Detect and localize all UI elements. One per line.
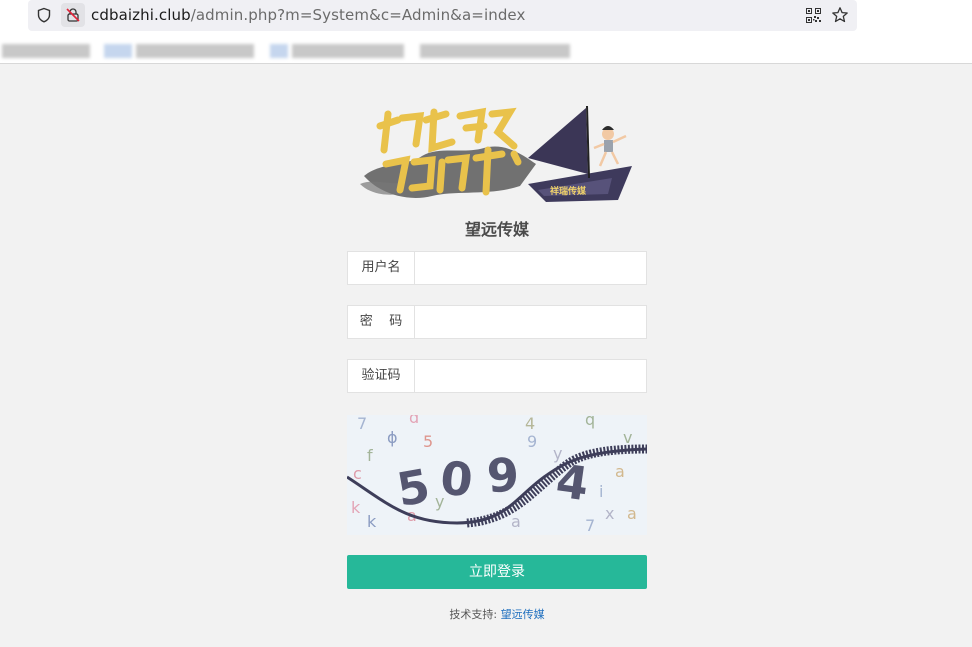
bookmark-blurred[interactable] (420, 44, 570, 58)
password-input[interactable] (416, 306, 646, 338)
login-button[interactable]: 立即登录 (347, 555, 647, 589)
svg-text:i: i (599, 482, 603, 501)
captcha-image[interactable]: 7 ϕ d 5 f 4 q v 9 a y c i x a k y a 7 k … (347, 415, 647, 535)
bookmarks-bar (0, 40, 972, 62)
svg-text:a: a (511, 512, 521, 531)
shield-icon[interactable] (36, 7, 52, 23)
star-icon[interactable] (831, 6, 849, 24)
bookmark-blurred[interactable] (292, 44, 404, 58)
svg-text:7: 7 (585, 516, 595, 535)
captcha-char: 4 (553, 453, 592, 511)
footer-prefix: 技术支持: (449, 608, 498, 621)
bookmark-blurred[interactable] (136, 44, 254, 58)
footer-support-link[interactable]: 望远传媒 (501, 608, 545, 621)
svg-text:f: f (367, 446, 373, 465)
url-host: cdbaizhi.club (91, 6, 191, 24)
boat-text: 祥瑞传媒 (550, 185, 587, 197)
bookmark-blurred[interactable] (270, 44, 288, 58)
password-field: 密 码 (347, 305, 647, 339)
bookmark-blurred[interactable] (2, 44, 90, 58)
brand-title: 望远传媒 (464, 220, 529, 239)
captcha-char: 0 (438, 450, 475, 507)
address-bar[interactable]: cdbaizhi.club/admin.php?m=System&c=Admin… (28, 0, 857, 31)
svg-text:d: d (409, 415, 419, 427)
username-input[interactable] (416, 252, 646, 284)
footer-support: 技术支持: 望远传媒 (347, 606, 647, 622)
browser-toolbar: cdbaizhi.club/admin.php?m=System&c=Admin… (0, 0, 972, 64)
url-path: /admin.php?m=System&c=Admin&a=index (190, 6, 526, 24)
captcha-input[interactable] (416, 360, 646, 392)
captcha-field: 验证码 (347, 359, 647, 393)
svg-text:5: 5 (423, 432, 433, 451)
svg-text:v: v (623, 428, 632, 447)
captcha-char: 9 (485, 447, 521, 503)
password-label: 密 码 (348, 306, 415, 338)
svg-text:9: 9 (527, 432, 537, 451)
svg-text:x: x (605, 504, 614, 523)
captcha-graphic: 7 ϕ d 5 f 4 q v 9 a y c i x a k y a 7 k … (347, 415, 647, 535)
svg-text:a: a (627, 504, 637, 523)
svg-text:k: k (367, 512, 377, 531)
svg-text:4: 4 (525, 415, 535, 433)
captcha-label: 验证码 (348, 360, 415, 392)
logo-image: 祥瑞传媒 (360, 105, 632, 202)
username-label: 用户名 (348, 252, 415, 284)
svg-text:7: 7 (357, 415, 367, 433)
username-field: 用户名 (347, 251, 647, 285)
qr-code-icon[interactable] (806, 8, 821, 23)
svg-text:ϕ: ϕ (387, 428, 398, 447)
svg-text:k: k (351, 498, 361, 517)
svg-text:a: a (615, 462, 625, 481)
svg-text:q: q (585, 415, 595, 429)
bookmark-blurred[interactable] (104, 44, 132, 58)
lock-warning-icon[interactable] (61, 3, 85, 27)
captcha-char: 5 (393, 458, 434, 517)
url-text[interactable]: cdbaizhi.club/admin.php?m=System&c=Admin… (91, 6, 525, 24)
